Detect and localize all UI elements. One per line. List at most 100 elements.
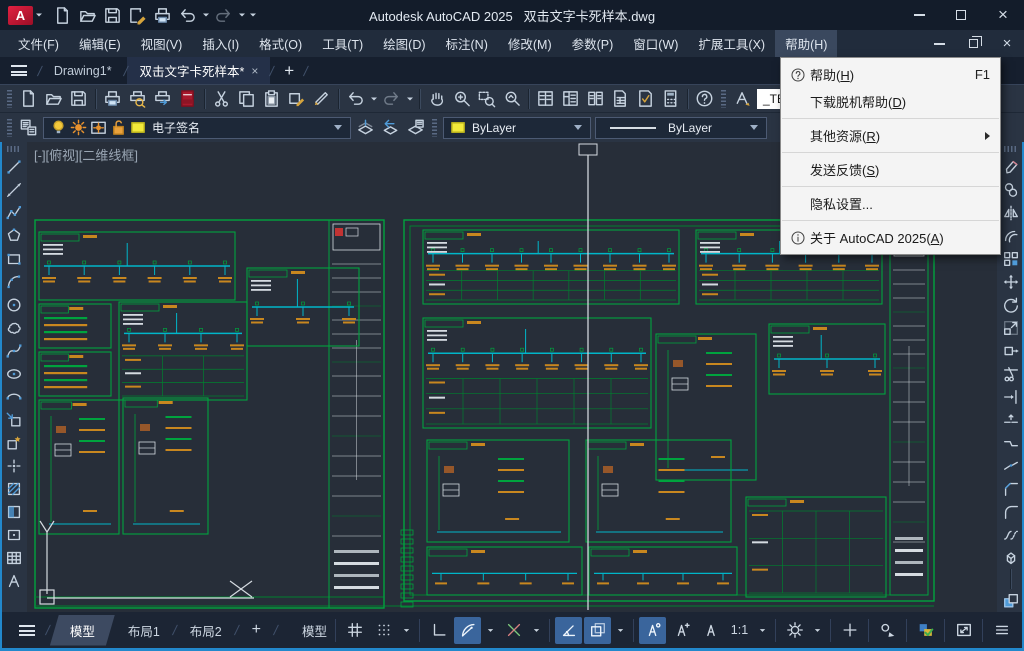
qat-customize-caret-icon[interactable] <box>247 3 258 27</box>
help-menu-item-feedback[interactable]: 发送反馈(S) <box>781 156 1000 183</box>
layer-unlock-icon[interactable] <box>108 119 128 137</box>
print-icon[interactable] <box>150 3 175 27</box>
menu-dimension[interactable]: 标注(N) <box>436 30 498 57</box>
annotation-monitor-icon[interactable] <box>836 617 863 644</box>
array-icon[interactable] <box>998 247 1024 270</box>
open-icon[interactable] <box>75 3 100 27</box>
tool-palettes-icon[interactable] <box>583 87 608 111</box>
annotation-visibility-icon[interactable] <box>639 617 666 644</box>
layer-on-icon[interactable] <box>48 119 68 137</box>
customization-icon[interactable] <box>988 617 1015 644</box>
multiline-text-icon[interactable] <box>1 569 27 592</box>
hatch-icon[interactable] <box>1 477 27 500</box>
doc-minimize-button[interactable] <box>922 30 956 57</box>
help-menu-item-privacy[interactable]: 隐私设置... <box>781 190 1000 217</box>
zoom-window-icon[interactable] <box>474 87 499 111</box>
menu-help[interactable]: 帮助(H) <box>775 30 837 57</box>
sheet-set-icon[interactable] <box>608 87 633 111</box>
open-icon[interactable] <box>41 87 66 111</box>
chamfer-icon[interactable] <box>998 477 1024 500</box>
redo-caret-icon[interactable] <box>236 3 247 27</box>
close-button[interactable]: × <box>982 0 1024 30</box>
ellipse-arc-icon[interactable] <box>1 385 27 408</box>
menu-express[interactable]: 扩展工具(X) <box>688 30 775 57</box>
color-dropdown[interactable]: ByLayer <box>443 117 591 139</box>
undo-caret-icon[interactable] <box>200 3 211 27</box>
circle-icon[interactable] <box>1 293 27 316</box>
viewport-controls-label[interactable]: [-][俯视][二维线框] <box>34 145 138 164</box>
snap-mode-icon[interactable] <box>370 617 397 644</box>
snap-caret-icon[interactable] <box>399 617 414 644</box>
graphics-performance-icon[interactable] <box>912 617 939 644</box>
help-menu-item-resources[interactable]: 其他资源(R) <box>781 122 1000 149</box>
gradient-icon[interactable] <box>1 500 27 523</box>
offset-icon[interactable] <box>998 224 1024 247</box>
grid-display-icon[interactable] <box>341 617 368 644</box>
menu-view[interactable]: 视图(V) <box>131 30 193 57</box>
move-icon[interactable] <box>998 270 1024 293</box>
revision-cloud-icon[interactable] <box>1 316 27 339</box>
annotation-scale-icon[interactable] <box>697 617 724 644</box>
new-icon[interactable] <box>16 87 41 111</box>
minimize-button[interactable] <box>898 0 940 30</box>
dropdown-caret-icon[interactable] <box>368 87 379 111</box>
menu-window[interactable]: 窗口(W) <box>623 30 688 57</box>
blend-curves-icon[interactable] <box>998 523 1024 546</box>
paste-icon[interactable] <box>259 87 284 111</box>
polyline-icon[interactable] <box>1 201 27 224</box>
properties-icon[interactable] <box>533 87 558 111</box>
menu-tools[interactable]: 工具(T) <box>312 30 373 57</box>
toolbar-grip[interactable] <box>7 146 21 152</box>
edit-block-icon[interactable] <box>284 87 309 111</box>
layout-tabs-menu-icon[interactable] <box>8 617 46 644</box>
maximize-button[interactable] <box>940 0 982 30</box>
osnap-tracking-icon[interactable] <box>500 617 527 644</box>
scale-caret-icon[interactable] <box>755 617 770 644</box>
layer-thaw-icon[interactable] <box>68 119 88 137</box>
arc-icon[interactable] <box>1 270 27 293</box>
undo-icon[interactable] <box>175 3 200 27</box>
menu-parametric[interactable]: 参数(P) <box>562 30 624 57</box>
break-at-point-icon[interactable] <box>998 408 1024 431</box>
mirror-icon[interactable] <box>998 201 1024 224</box>
new-tab-button[interactable]: + <box>274 61 304 81</box>
app-menu-caret-icon[interactable] <box>33 3 44 27</box>
ellipse-icon[interactable] <box>1 362 27 385</box>
toolbar-grip[interactable] <box>1004 146 1018 152</box>
fillet-icon[interactable] <box>998 500 1024 523</box>
help-menu-item-help[interactable]: 帮助(H) F1 <box>781 61 1000 88</box>
doc-restore-button[interactable] <box>956 30 990 57</box>
design-center-icon[interactable] <box>558 87 583 111</box>
linetype-dropdown-caret-icon[interactable] <box>750 125 758 130</box>
quick-calc-icon[interactable] <box>658 87 683 111</box>
extend-icon[interactable] <box>998 385 1024 408</box>
copy-objects-icon[interactable] <box>998 178 1024 201</box>
join-icon[interactable] <box>998 454 1024 477</box>
zoom-realtime-icon[interactable] <box>449 87 474 111</box>
text-style-icon[interactable] <box>730 87 755 111</box>
spline-icon[interactable] <box>1 339 27 362</box>
save-icon[interactable] <box>66 87 91 111</box>
make-current-icon[interactable] <box>353 116 378 140</box>
stretch-icon[interactable] <box>998 339 1024 362</box>
line-icon[interactable] <box>1 155 27 178</box>
dwf-icon[interactable] <box>175 87 200 111</box>
copy-icon[interactable] <box>234 87 259 111</box>
save-as-icon[interactable] <box>125 3 150 27</box>
menu-modify[interactable]: 修改(M) <box>498 30 562 57</box>
new-layout-button[interactable]: + <box>239 615 274 645</box>
layer-properties-icon[interactable] <box>16 116 41 140</box>
help-icon[interactable] <box>692 87 717 111</box>
menu-draw[interactable]: 绘图(D) <box>373 30 435 57</box>
tab-active-document[interactable]: 双击文字卡死样本* × <box>127 57 270 84</box>
model-space-toggle[interactable]: 模型 <box>299 617 330 644</box>
polar-caret-icon[interactable] <box>483 617 498 644</box>
menu-insert[interactable]: 插入(I) <box>192 30 249 57</box>
layer-dropdown[interactable]: 电子签名 <box>43 117 351 139</box>
color-dropdown-caret-icon[interactable] <box>574 125 582 130</box>
menu-edit[interactable]: 编辑(E) <box>69 30 131 57</box>
tab-drawing1[interactable]: Drawing1* <box>42 57 124 84</box>
isolate-objects-icon[interactable] <box>874 617 901 644</box>
menu-format[interactable]: 格式(O) <box>249 30 312 57</box>
menu-file[interactable]: 文件(F) <box>8 30 69 57</box>
